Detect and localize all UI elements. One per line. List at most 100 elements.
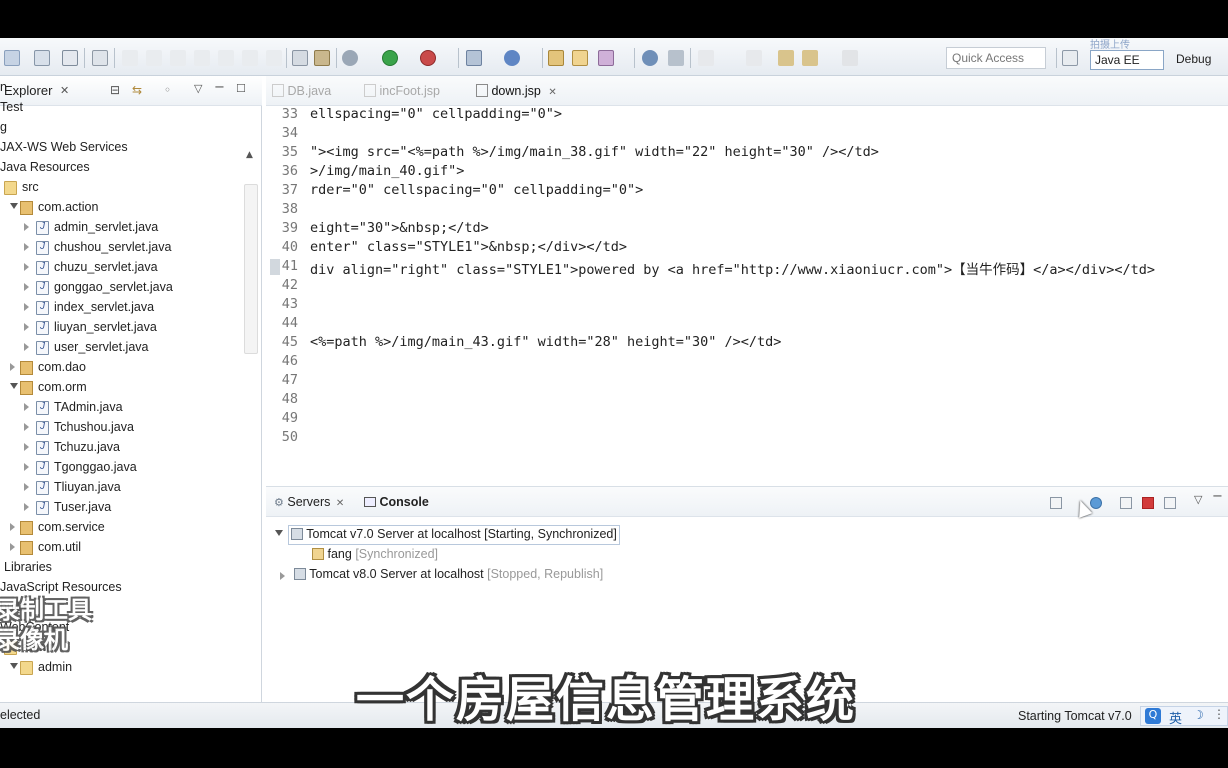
code-line: 46 [266,353,1228,372]
close-tab-icon[interactable]: ✕ [336,498,344,509]
collapsed-icon[interactable] [24,463,29,471]
collapsed-icon[interactable] [10,363,15,371]
debug-icon[interactable] [342,50,358,66]
view-menu-icon[interactable]: ▽ [194,82,202,95]
suspend-icon[interactable] [146,50,162,66]
expanded-icon[interactable] [10,663,18,669]
last-edit-location-icon[interactable] [778,50,794,66]
ide-window: Quick Access Java EE Debug 拍摄上传 Explorer… [0,38,1228,728]
collapsed-icon[interactable] [24,483,29,491]
tab-incfoot-jsp[interactable]: incFoot.jsp [364,84,440,98]
tree-item-label: chushou_servlet.java [54,240,172,254]
new-java-project-icon[interactable] [466,50,482,66]
toolbar-separator [336,48,337,68]
server-row-tomcat8[interactable]: Tomcat v8.0 Server at localhost [Stopped… [280,567,603,587]
tree-item-label: Java Resources [0,160,90,174]
java-file-icon [36,421,49,435]
explorer-scrollbar[interactable] [244,184,258,354]
pin-icon[interactable] [746,50,762,66]
collapsed-icon[interactable] [24,223,29,231]
maximize-icon[interactable]: ☐ [236,82,246,95]
code-text: rder="0" cellspacing="0" cellpadding="0"… [310,182,644,198]
globe-icon[interactable] [642,50,658,66]
editor-tab-bar: DB.java incFoot.jsp down.jsp ✕ [266,76,1228,106]
collapsed-icon[interactable] [24,403,29,411]
server-row-tomcat7[interactable]: Tomcat v7.0 Server at localhost [Startin… [275,525,620,545]
scroll-up-icon[interactable]: ▲ [246,150,253,160]
code-area[interactable]: 33 ellspacing="0" cellpadding="0"> 34 35 "><… [266,106,1228,461]
expand-icon[interactable] [280,572,285,580]
server-name: Tomcat v7.0 Server at localhost [306,527,481,541]
module-row-fang[interactable]: fang [Synchronized] [312,547,438,567]
package-icon [20,381,33,395]
tab-db-java[interactable]: DB.java [272,84,331,98]
save-icon[interactable] [34,50,50,66]
code-line: 50 [266,429,1228,448]
collapsed-icon[interactable] [24,263,29,271]
stop-server-icon[interactable] [1142,497,1154,509]
resume-icon[interactable] [122,50,138,66]
use-step-filters-icon[interactable] [292,50,308,66]
step-over-icon[interactable] [242,50,258,66]
tree-item-label: chuzu_servlet.java [54,260,158,274]
toggle-breakpoint-icon[interactable] [314,50,330,66]
collapsed-icon[interactable] [24,443,29,451]
view-menu-icon[interactable]: ▽ [1194,493,1202,506]
ime-toolbar[interactable]: Q 英 ☽ ⋮ [1140,706,1228,727]
forward-icon[interactable] [842,50,858,66]
collapsed-icon[interactable] [24,283,29,291]
code-line: 36 >/img/main_40.gif"> [266,163,1228,182]
open-perspective-icon[interactable] [1062,50,1078,66]
link-with-editor-icon[interactable]: ⇆ [132,83,142,97]
server-state: [Starting, Synchronized] [484,527,617,541]
tab-console[interactable]: Console [364,495,429,509]
expanded-icon[interactable] [10,383,18,389]
skip-breakpoints-icon[interactable] [92,50,108,66]
moon-icon[interactable]: ☽ [1193,708,1204,722]
expand-icon[interactable] [275,530,283,536]
back-icon[interactable] [802,50,818,66]
terminate-icon[interactable] [170,50,186,66]
more-icon[interactable]: ⋮ [1213,707,1225,721]
collapsed-icon[interactable] [24,323,29,331]
collapse-icon[interactable] [1050,497,1062,509]
collapse-all-icon[interactable]: ⊟ [110,83,120,97]
open-folder-icon[interactable] [572,50,588,66]
profile-server-icon[interactable] [1120,497,1132,509]
collapsed-icon[interactable] [24,423,29,431]
publish-icon[interactable] [1164,497,1176,509]
collapsed-icon[interactable] [24,243,29,251]
collapsed-icon[interactable] [24,503,29,511]
step-into-icon[interactable] [218,50,234,66]
expanded-icon[interactable] [10,203,18,209]
tab-servers[interactable]: ⚙ Servers ✕ [274,495,344,509]
close-icon[interactable]: ✕ [60,84,69,97]
disconnect-icon[interactable] [194,50,210,66]
tab-down-jsp[interactable]: down.jsp ✕ [476,84,557,98]
new-icon[interactable] [4,50,20,66]
new-package-icon[interactable] [504,50,520,66]
filter-icon[interactable]: ◦ [164,83,171,97]
annotation-icon[interactable] [668,50,684,66]
collapsed-icon[interactable] [10,543,15,551]
step-return-icon[interactable] [266,50,282,66]
ime-language[interactable]: 英 [1169,708,1182,727]
quick-access-input[interactable]: Quick Access [946,47,1046,69]
print-icon[interactable] [62,50,78,66]
close-tab-icon[interactable]: ✕ [548,87,556,98]
search-icon[interactable] [598,50,614,66]
start-server-icon[interactable] [1090,497,1102,509]
perspective-debug[interactable]: Debug [1172,50,1228,70]
minimize-icon[interactable]: − [1212,489,1223,504]
run-external-tools-icon[interactable] [420,50,436,66]
tree-item-label: admin_servlet.java [54,220,159,234]
open-type-icon[interactable] [548,50,564,66]
run-icon[interactable] [382,50,398,66]
minimize-icon[interactable]: − [214,80,225,95]
java-file-icon [36,401,49,415]
edit-icon[interactable] [698,50,714,66]
collapsed-icon[interactable] [24,343,29,351]
collapsed-icon[interactable] [24,303,29,311]
perspective-java-ee[interactable]: Java EE [1090,50,1164,70]
collapsed-icon[interactable] [10,523,15,531]
